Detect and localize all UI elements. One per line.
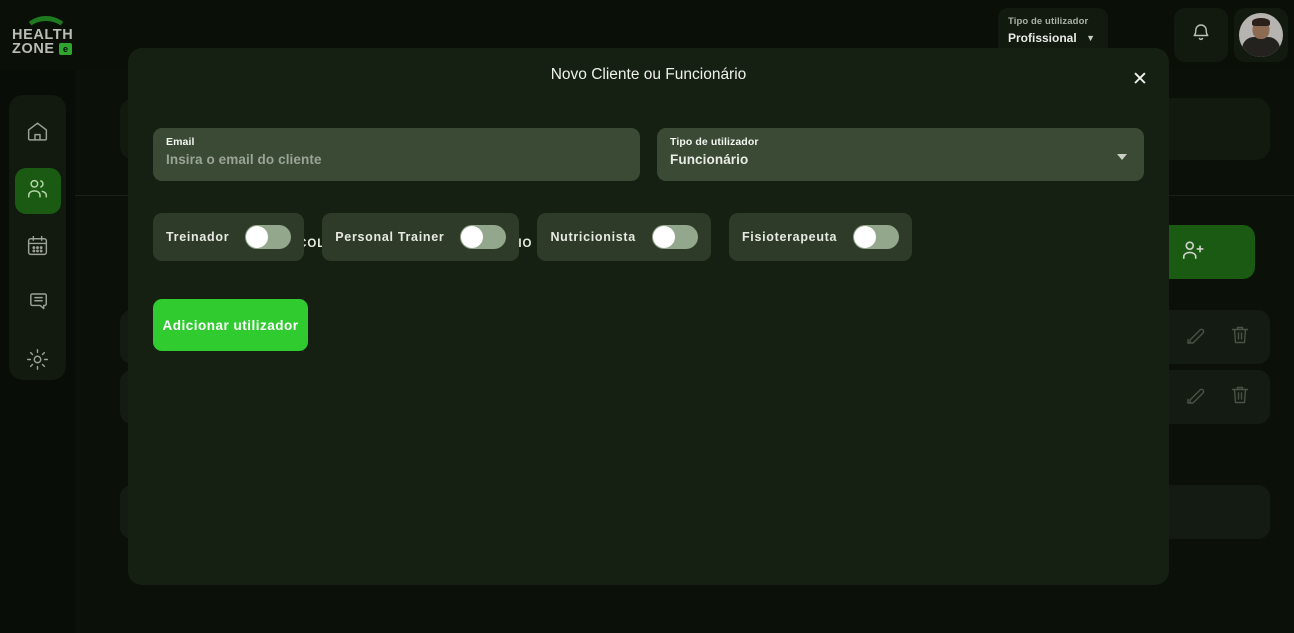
trash-icon[interactable] xyxy=(1228,383,1252,412)
sidebar xyxy=(9,95,66,380)
user-type-select-value: Funcionário xyxy=(670,152,749,167)
role-toggle-personal-trainer[interactable] xyxy=(460,225,507,249)
trash-icon[interactable] xyxy=(1228,323,1252,352)
sidebar-item-home[interactable] xyxy=(15,111,61,157)
role-label: Treinador xyxy=(166,230,230,244)
role-label: Nutricionista xyxy=(550,230,636,244)
role-toggle-treinador[interactable] xyxy=(245,225,292,249)
role-label: Fisioterapeuta xyxy=(741,230,838,244)
toggle-knob xyxy=(854,226,877,248)
toggle-knob xyxy=(246,226,269,248)
role-chip-fisioterapeuta[interactable]: Fisioterapeuta xyxy=(728,213,913,261)
role-toggle-nutricionista[interactable] xyxy=(651,225,698,249)
brand-line-2: ZONE xyxy=(12,41,55,57)
edit-icon[interactable] xyxy=(1184,383,1208,412)
role-toggle-fisioterapeuta[interactable] xyxy=(853,225,900,249)
user-type-select-label: Tipo de utilizador xyxy=(670,136,759,148)
row-actions xyxy=(1184,383,1252,412)
user-type-value: Profissional xyxy=(1008,31,1077,45)
bell-icon xyxy=(1189,21,1213,50)
role-chip-treinador[interactable]: Treinador xyxy=(153,213,305,261)
edit-icon[interactable] xyxy=(1184,323,1208,352)
role-toggles-row: Treinador Personal Trainer Nutricionista… xyxy=(153,213,913,261)
close-icon[interactable]: ✕ xyxy=(1123,62,1157,96)
role-label: Personal Trainer xyxy=(335,230,445,244)
brand-logo: HEALTH ZONE e xyxy=(12,16,73,57)
chat-icon xyxy=(25,290,50,320)
chevron-down-icon: ▼ xyxy=(1086,32,1096,43)
new-user-modal: Novo Cliente ou Funcionário ✕ Email Insi… xyxy=(128,48,1169,585)
email-field-label: Email xyxy=(166,136,195,148)
avatar-hair xyxy=(1252,18,1270,26)
sidebar-item-messages[interactable] xyxy=(15,282,61,328)
sidebar-item-calendar[interactable] xyxy=(15,225,61,271)
row-actions xyxy=(1184,323,1252,352)
app-root: iar novo xyxy=(0,0,1294,633)
avatar-body xyxy=(1242,37,1280,57)
add-person-icon xyxy=(1180,237,1206,267)
toggle-knob xyxy=(652,226,675,248)
email-field[interactable]: Email Insira o email do cliente xyxy=(153,128,640,181)
modal-title: Novo Cliente ou Funcionário xyxy=(550,66,747,83)
calendar-icon xyxy=(25,233,50,263)
user-type-select[interactable]: Tipo de utilizador Funcionário xyxy=(657,128,1144,181)
chevron-down-icon xyxy=(1117,154,1127,160)
sidebar-item-settings[interactable] xyxy=(15,339,61,385)
users-icon xyxy=(25,176,50,206)
home-icon xyxy=(25,119,50,149)
email-field-placeholder: Insira o email do cliente xyxy=(166,152,322,167)
notifications-button[interactable] xyxy=(1174,8,1228,62)
add-user-button[interactable]: Adicionar utilizador xyxy=(153,299,308,351)
user-type-label: Tipo de utilizador xyxy=(1008,16,1089,27)
toggle-knob xyxy=(461,226,484,248)
profile-button[interactable] xyxy=(1234,8,1288,62)
modal-fields-row: Email Insira o email do cliente Tipo de … xyxy=(153,128,1144,181)
role-chip-nutricionista[interactable]: Nutricionista xyxy=(537,213,711,261)
sidebar-item-users[interactable] xyxy=(14,168,61,214)
brand-badge: e xyxy=(59,43,72,55)
role-chip-personal-trainer[interactable]: Personal Trainer xyxy=(322,213,520,261)
avatar xyxy=(1239,13,1283,57)
gear-icon xyxy=(25,347,50,377)
